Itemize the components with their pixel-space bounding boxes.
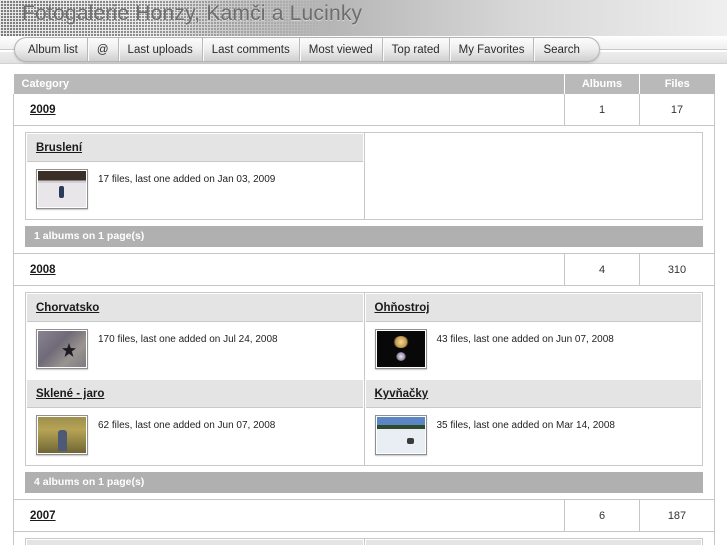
category-name-cell: 2008: [13, 253, 565, 286]
category-files-count: 17: [639, 94, 715, 126]
category-link[interactable]: 2009: [30, 104, 56, 116]
category-name-cell: 2009: [13, 94, 565, 126]
album-description: 35 files, last one added on Mar 14, 2008: [436, 420, 615, 431]
album-grid-wrapper: Fryšava 222 files, last one added on Dec…: [13, 531, 715, 545]
site-header: Fotogalerie Honzy, Kamči a Lucinky: [0, 0, 727, 36]
nav-search[interactable]: Search: [534, 38, 588, 61]
nav-my-favorites[interactable]: My Favorites: [450, 38, 535, 61]
album-row: Fryšava 222 files, last one added on Dec…: [25, 538, 703, 545]
table-header-row: Category Albums Files: [13, 74, 715, 94]
category-albums-count: 4: [564, 253, 640, 286]
category-link[interactable]: 2008: [30, 264, 56, 276]
album-thumbnail[interactable]: [374, 329, 427, 369]
category-albums-count: 1: [564, 94, 640, 126]
nav-top-rated[interactable]: Top rated: [383, 38, 450, 61]
album-grid-wrapper: Chorvatsko 170 files, last one added on J…: [13, 285, 715, 500]
category-table: Category Albums Files 2009 1 17 Bruslení 17 …: [13, 74, 715, 545]
album-grid-row: Chorvatsko 170 files, last one added on J…: [13, 285, 715, 500]
category-row: 2008 4 310: [13, 253, 715, 286]
main-menu: Album list @ Last uploads Last comments Most…: [14, 37, 600, 62]
album-link[interactable]: Bruslení: [36, 142, 82, 154]
album-thumbnail[interactable]: [36, 415, 88, 455]
album-cell: Fryšava14 files, last one added on Nov 2…: [364, 538, 703, 545]
category-body: 2009 1 17 Bruslení 17 files, last one added …: [13, 94, 715, 545]
album-link[interactable]: Kyvňačky: [375, 388, 429, 400]
album-body: 43 files, last one added on Jun 07, 2008: [366, 322, 702, 378]
album-pagination-footer: 4 albums on 1 page(s): [25, 472, 703, 493]
album-title-bar: Sklené - jaro: [27, 380, 363, 408]
album-body: 170 files, last one added on Jul 24, 200…: [27, 322, 363, 378]
column-header-files: Files: [639, 74, 715, 94]
category-row: 2009 1 17: [13, 94, 715, 126]
album-title-bar: Chorvatsko: [27, 294, 363, 322]
album-table: Chorvatsko 170 files, last one added on J…: [25, 292, 703, 466]
column-header-albums: Albums: [564, 74, 640, 94]
album-title-bar: Kyvňačky: [365, 380, 701, 408]
album-description: 43 files, last one added on Jun 07, 2008: [436, 334, 614, 345]
album-thumbnail[interactable]: [374, 415, 427, 455]
album-row: Chorvatsko 170 files, last one added on J…: [25, 292, 703, 379]
nav-strip: Album list @ Last uploads Last comments Most…: [0, 36, 727, 64]
nav-album-list[interactable]: Album list: [19, 38, 88, 61]
album-thumbnail[interactable]: [36, 329, 88, 369]
album-title-bar: Fryšava: [365, 540, 701, 545]
album-body: 35 files, last one added on Mar 14, 2008: [366, 408, 702, 464]
album-grid-row: Bruslení 17 files, last one added on Jan …: [13, 125, 715, 254]
category-files-count: 187: [639, 499, 715, 532]
category-files-count: 310: [639, 253, 715, 286]
album-cell-empty: [364, 132, 703, 220]
nav-most-viewed[interactable]: Most viewed: [300, 38, 383, 61]
category-link[interactable]: 2007: [30, 510, 56, 522]
album-row: Bruslení 17 files, last one added on Jan …: [25, 132, 703, 220]
album-description: 62 files, last one added on Jun 07, 2008: [98, 420, 276, 431]
album-cell: Sklené - jaro 62 files, last one added on…: [25, 379, 365, 466]
album-grid-wrapper: Bruslení 17 files, last one added on Jan …: [13, 125, 715, 254]
category-row: 2007 6 187: [13, 499, 715, 532]
album-table: Bruslení 17 files, last one added on Jan …: [25, 132, 703, 220]
nav-last-comments[interactable]: Last comments: [203, 38, 300, 61]
album-description: 170 files, last one added on Jul 24, 200…: [98, 334, 278, 345]
album-body: 17 files, last one added on Jan 03, 2009: [27, 162, 363, 218]
column-header-category: Category: [13, 74, 565, 94]
category-albums-count: 6: [564, 499, 640, 532]
content-area: Category Albums Files 2009 1 17 Bruslení 17 …: [0, 64, 727, 545]
album-title-bar: Bruslení: [27, 134, 363, 162]
album-cell: Ohňostroj 43 files, last one added on Jun…: [364, 292, 703, 379]
album-cell: Chorvatsko 170 files, last one added on J…: [25, 292, 365, 379]
album-pagination-footer: 1 albums on 1 page(s): [25, 226, 703, 247]
album-cell: Kyvňačky 35 files, last one added on Mar …: [364, 379, 703, 466]
album-description: 17 files, last one added on Jan 03, 2009: [98, 174, 276, 185]
album-thumbnail[interactable]: [36, 169, 88, 209]
album-title-bar: Fryšava 2: [27, 540, 363, 545]
category-name-cell: 2007: [13, 499, 565, 532]
album-cell: Bruslení 17 files, last one added on Jan …: [25, 132, 365, 220]
album-cell: Fryšava 222 files, last one added on Dec…: [25, 538, 365, 545]
album-link[interactable]: Ohňostroj: [375, 302, 430, 314]
album-title-bar: Ohňostroj: [365, 294, 701, 322]
nav-at[interactable]: @: [88, 38, 119, 61]
nav-last-uploads[interactable]: Last uploads: [119, 38, 203, 61]
album-link[interactable]: Chorvatsko: [36, 302, 99, 314]
page-title: Fotogalerie Honzy, Kamči a Lucinky: [22, 2, 363, 25]
album-row: Sklené - jaro 62 files, last one added on…: [25, 379, 703, 466]
album-link[interactable]: Sklené - jaro: [36, 388, 104, 400]
album-body: 62 files, last one added on Jun 07, 2008: [27, 408, 363, 464]
album-table: Fryšava 222 files, last one added on Dec…: [25, 538, 703, 545]
album-grid-row: Fryšava 222 files, last one added on Dec…: [13, 531, 715, 545]
